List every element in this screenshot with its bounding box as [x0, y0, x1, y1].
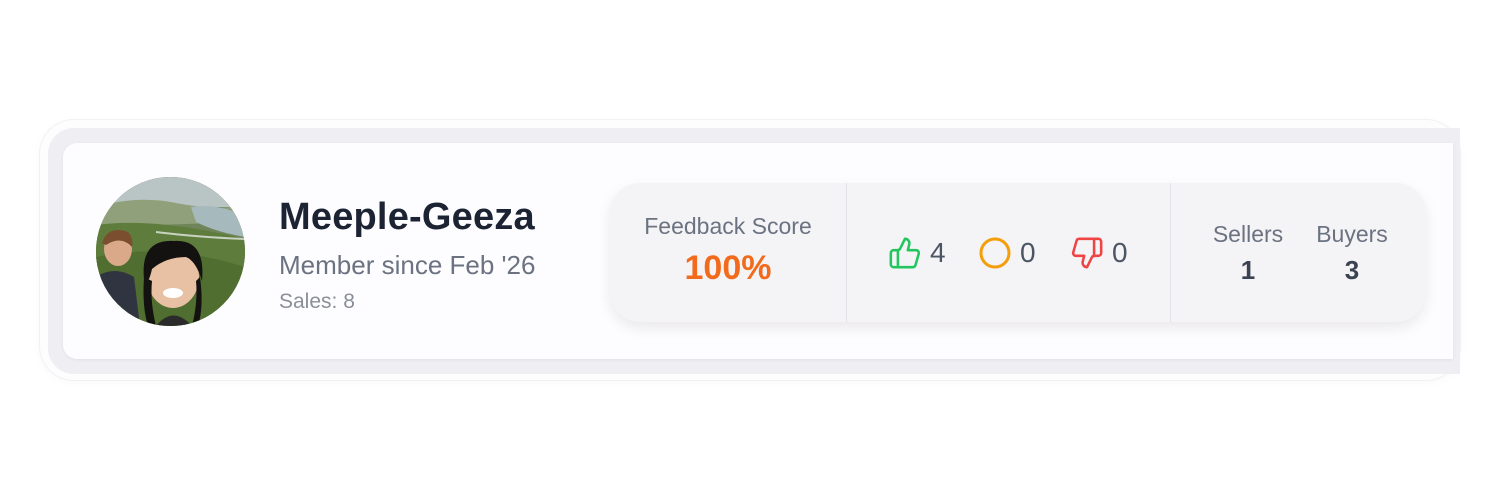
username: Meeple-Geeza [279, 196, 535, 238]
positive-count: 4 [930, 237, 946, 268]
negative-rating[interactable]: 0 [1070, 233, 1128, 273]
neutral-rating[interactable]: 0 [978, 233, 1036, 273]
divider [846, 183, 847, 322]
buyers-count[interactable]: 3 [1310, 255, 1394, 286]
sales-count: Sales: 8 [279, 290, 355, 313]
feedback-score-label: Feedback Score [644, 213, 812, 239]
negative-count: 0 [1112, 237, 1128, 268]
neutral-count: 0 [1020, 237, 1036, 268]
buyers-label: Buyers [1316, 221, 1388, 247]
thumbs-up-icon [888, 236, 922, 270]
divider [1170, 183, 1171, 322]
feedback-score-value: 100% [684, 249, 772, 287]
avatar-photo [96, 177, 245, 326]
stats-panel: Feedback Score 100% 4 0 0 Sellers 1 Buye… [610, 183, 1426, 322]
sellers-label: Sellers [1212, 221, 1284, 247]
sellers-count[interactable]: 1 [1210, 255, 1286, 286]
positive-rating[interactable]: 4 [888, 233, 946, 273]
thumbs-down-icon [1070, 236, 1104, 270]
neutral-circle-icon [978, 236, 1012, 270]
avatar[interactable] [96, 177, 245, 326]
member-since: Member since Feb '26 [279, 250, 536, 280]
